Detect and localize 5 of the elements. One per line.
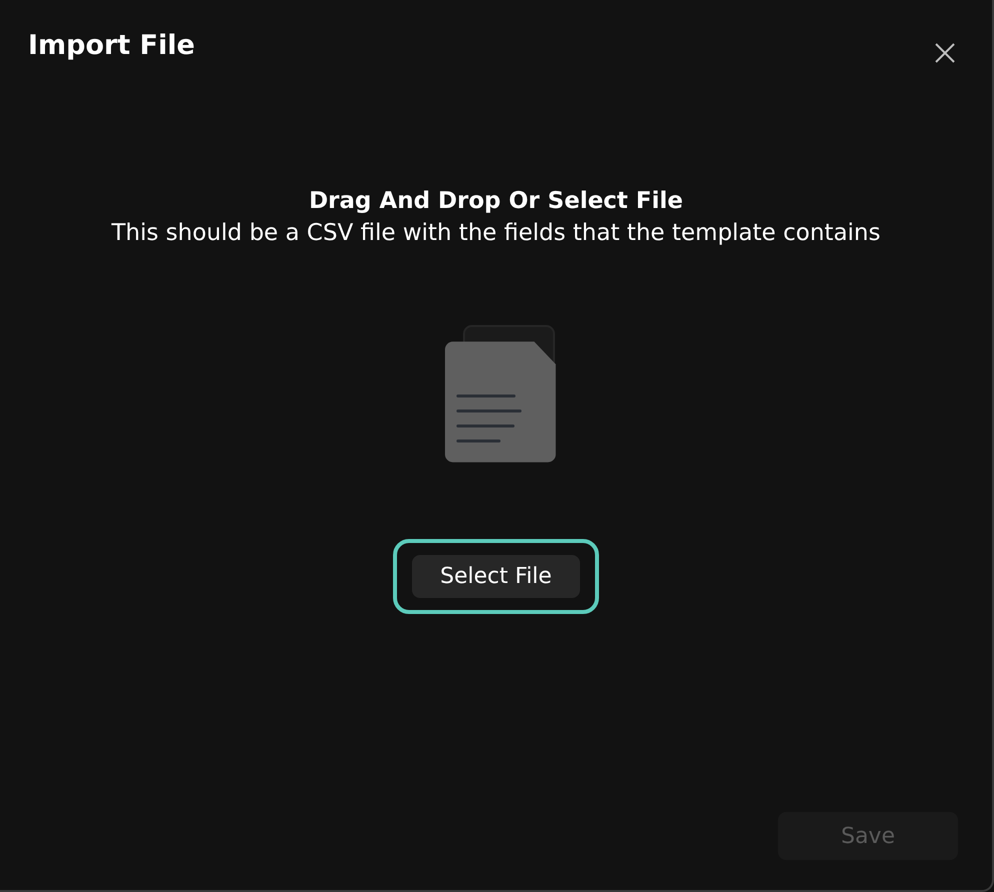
dropzone-heading: Drag And Drop Or Select File: [308, 188, 684, 214]
dropzone-description: This should be a CSV file with the fields that the template contains: [110, 219, 882, 248]
dialog-title: Import File: [28, 30, 195, 61]
close-icon[interactable]: [934, 42, 956, 64]
select-file-button[interactable]: Select File: [412, 555, 580, 598]
